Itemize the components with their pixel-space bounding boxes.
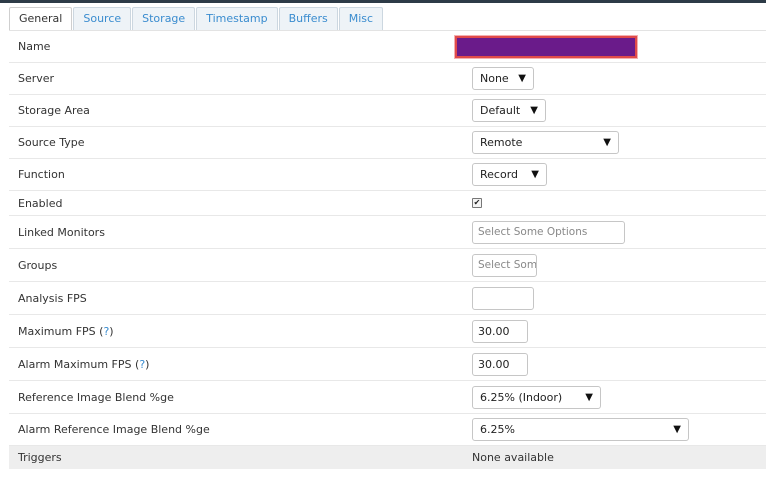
alarm-reference-blend-label: Alarm Reference Image Blend %ge: [18, 423, 210, 436]
row-source-type: Source Type Remote ▼: [9, 127, 766, 159]
linked-monitors-multiselect[interactable]: Select Some Options: [472, 220, 625, 244]
linked-monitors-label: Linked Monitors: [18, 225, 105, 239]
source-type-select[interactable]: Remote ▼: [472, 131, 619, 154]
chevron-down-icon: ▼: [530, 105, 538, 116]
row-name: Name: [9, 31, 766, 63]
name-label: Name: [18, 40, 51, 53]
triggers-label: Triggers: [18, 451, 62, 464]
reference-blend-select[interactable]: 6.25% (Indoor) ▼: [472, 385, 601, 409]
chevron-down-icon: ▼: [518, 73, 526, 84]
row-server: Server None ▼: [9, 63, 766, 95]
enabled-checkbox[interactable]: ✔: [472, 198, 482, 208]
top-bar: [0, 0, 766, 3]
row-alarm-reference-blend: Alarm Reference Image Blend %ge 6.25% ▼: [9, 414, 766, 446]
function-label: Function: [18, 168, 65, 181]
help-close-paren: ): [145, 357, 150, 371]
maximum-fps-input[interactable]: 30.00: [472, 319, 528, 343]
row-reference-blend: Reference Image Blend %ge 6.25% (Indoor)…: [9, 381, 766, 414]
chevron-down-icon: ▼: [585, 391, 593, 403]
reference-blend-select-value: 6.25% (Indoor): [480, 390, 563, 404]
server-select-value: None: [480, 72, 509, 85]
tab-timestamp[interactable]: Timestamp: [196, 7, 278, 30]
help-close-paren: ): [109, 324, 114, 338]
tab-storage[interactable]: Storage: [132, 7, 196, 30]
row-enabled: Enabled ✔: [9, 191, 766, 216]
monitor-general-form: Name Server None ▼ Storage Area Default …: [9, 31, 766, 469]
chevron-down-icon: ▼: [531, 169, 539, 180]
alarm-reference-blend-select-value: 6.25%: [480, 423, 515, 436]
chevron-down-icon: ▼: [603, 137, 611, 148]
tab-bar: General Source Storage Timestamp Buffers…: [9, 7, 384, 30]
alarm-reference-blend-select[interactable]: 6.25% ▼: [472, 418, 689, 441]
triggers-value: None available: [472, 451, 554, 464]
server-select[interactable]: None ▼: [472, 67, 534, 90]
source-type-label: Source Type: [18, 136, 85, 149]
analysis-fps-input[interactable]: [472, 286, 534, 310]
tab-source[interactable]: Source: [73, 7, 132, 30]
row-analysis-fps: Analysis FPS: [9, 282, 766, 315]
row-linked-monitors: Linked Monitors Select Some Options: [9, 216, 766, 249]
chevron-down-icon: ▼: [673, 424, 681, 435]
row-storage-area: Storage Area Default ▼: [9, 95, 766, 127]
enabled-label: Enabled: [18, 196, 63, 210]
tab-misc[interactable]: Misc: [338, 7, 384, 30]
row-groups: Groups Select Som: [9, 249, 766, 282]
reference-blend-label: Reference Image Blend %ge: [18, 390, 174, 404]
tab-general[interactable]: General: [9, 7, 73, 30]
row-alarm-maximum-fps: Alarm Maximum FPS (?) 30.00: [9, 348, 766, 381]
tab-buffers[interactable]: Buffers: [278, 7, 338, 30]
storage-area-label: Storage Area: [18, 104, 90, 117]
function-select-value: Record: [480, 168, 519, 181]
alarm-maximum-fps-label: Alarm Maximum FPS (?): [18, 348, 149, 380]
server-label: Server: [18, 72, 55, 85]
maximum-fps-label-text: Maximum FPS: [18, 324, 96, 338]
groups-multiselect[interactable]: Select Som: [472, 253, 537, 277]
row-function: Function Record ▼: [9, 159, 766, 191]
name-input-redacted[interactable]: [455, 35, 637, 58]
row-maximum-fps: Maximum FPS (?) 30.00: [9, 315, 766, 348]
alarm-maximum-fps-input[interactable]: 30.00: [472, 352, 528, 376]
storage-area-select[interactable]: Default ▼: [472, 99, 546, 122]
source-type-select-value: Remote: [480, 136, 523, 149]
groups-label: Groups: [18, 258, 58, 272]
function-select[interactable]: Record ▼: [472, 163, 547, 186]
maximum-fps-label: Maximum FPS (?): [18, 315, 114, 347]
analysis-fps-label: Analysis FPS: [18, 291, 87, 305]
row-triggers: Triggers None available: [9, 446, 766, 469]
storage-area-select-value: Default: [480, 104, 521, 117]
alarm-maximum-fps-label-text: Alarm Maximum FPS: [18, 357, 132, 371]
